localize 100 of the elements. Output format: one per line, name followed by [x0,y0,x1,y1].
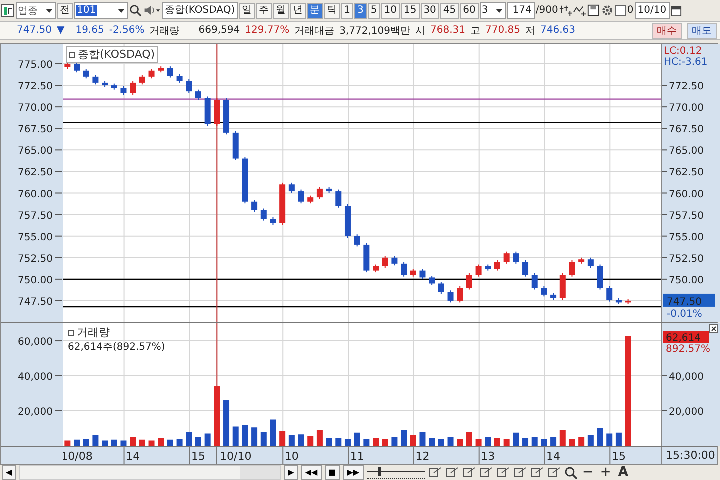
playback-button[interactable]: ▶ [284,465,298,480]
interval-tab[interactable]: 5 [368,2,380,18]
order-button[interactable]: 매도 [687,22,717,38]
volume-bar [148,440,155,446]
tool-icon[interactable] [478,466,492,480]
candle [280,182,286,226]
interval-tab[interactable]: 30 [420,2,440,18]
volume-bar [606,434,613,446]
volume-bar [158,438,164,446]
interval-dropdown[interactable]: 3 [480,2,506,19]
calendar-icon[interactable] [670,4,682,16]
axis-label: 750.00 [18,275,62,286]
code-field[interactable]: 101 [74,2,128,19]
lc-label: LC:0.12 [664,46,702,57]
axis-label: 760.00 [18,189,62,200]
period-tab[interactable]: 년 [290,2,306,18]
volume-bar [354,432,360,446]
volume-bar [139,440,146,446]
axis-label: 40,000 [18,372,62,384]
axis-label: 20,000 [662,407,704,418]
count-field[interactable]: 174 [506,2,535,19]
tool-icon[interactable] [428,466,442,480]
candle [560,272,566,301]
date-field[interactable]: 10/10 [634,2,670,19]
volume-bar [288,436,295,446]
interval-tab[interactable]: 60 [460,2,479,18]
interval-tab[interactable]: 15 [400,2,420,18]
current-price: 747.50 [17,25,52,36]
y-tick-label: 772.50 [18,82,53,93]
volume-bar [74,440,80,446]
order-button[interactable]: 매수 [652,22,682,38]
volume-bar [550,437,557,446]
search-icon[interactable] [564,466,578,480]
candle [354,234,360,248]
tool-icon[interactable] [530,466,544,480]
font-button[interactable]: A [616,465,630,480]
interval-tab[interactable]: 45 [440,2,460,18]
time-label: 12 [416,450,430,463]
interval-tab[interactable]: 10 [381,2,400,18]
y-tick-label: 60,000 [18,337,53,348]
speaker-icon[interactable] [143,4,161,17]
candle [625,298,632,305]
axis-label: 752.50 [662,254,704,265]
prev-button[interactable]: 전 [57,2,73,18]
hc-label: HC:-3.61 [664,57,708,68]
candle [541,286,548,298]
playback-button[interactable]: ■ [324,465,340,480]
name-field[interactable]: 종합(KOSDAQ) [162,2,238,19]
period-tab[interactable]: 일 [239,2,256,18]
candle [186,79,192,94]
scrollbar[interactable] [19,465,282,480]
y-tick-label: 760.00 [18,189,53,200]
y-tick-label: 767.50 [18,124,53,136]
caret-icon [494,6,504,15]
interval-tab[interactable]: 1 [341,2,354,18]
crosshair-plus-icon[interactable] [559,4,572,17]
axis-label: 770.00 [18,103,62,114]
scroll-left-button[interactable]: ◀ [2,465,16,480]
volume-bar [326,438,332,446]
time-label: 14 [546,450,561,463]
playback-button[interactable]: ◀◀ [301,465,322,480]
tool-icon[interactable] [462,466,476,480]
y-tick-label: 765.00 [18,146,53,158]
y-tick-label: 757.50 [18,210,53,222]
volume-bar [457,439,464,446]
interval-tab[interactable]: 3 [354,2,367,18]
tool-icon[interactable] [512,466,526,480]
period-tab[interactable]: 주 [256,2,272,18]
candle [457,286,464,304]
zoom-out-button[interactable]: − [580,465,596,480]
volume-bar [224,400,230,446]
tool-icon[interactable] [546,466,560,480]
tool-icon[interactable] [496,466,510,480]
volume-bar [280,431,286,446]
period-tab[interactable]: 틱 [324,2,340,18]
volume-bar [476,439,482,446]
volume-tag: 62,614 [663,331,709,344]
close-icon[interactable] [710,324,718,334]
zoom-in-button[interactable]: + [598,465,614,480]
axis-label: 40,000 [662,372,704,384]
axis-label: 765.00 [662,146,704,158]
period-tab[interactable]: 월 [273,2,290,18]
change-rate: -2.56% [109,25,145,36]
playback-button[interactable]: ▶▶ [343,465,364,480]
line-plus-icon[interactable] [573,4,586,17]
price-legend: 종합(KOSDAQ) [66,46,158,63]
settings-icon[interactable] [601,4,614,17]
volume-bar [541,439,548,446]
checkbox[interactable] [615,5,626,16]
volume-bar [373,438,380,446]
candle [466,272,472,290]
search-icon[interactable] [129,4,142,17]
market-dropdown[interactable]: 업종 [16,2,56,19]
zoom-slider[interactable] [366,466,424,478]
save-icon[interactable] [587,4,600,17]
candle [148,68,155,80]
period-tab[interactable]: 분 [307,2,324,18]
trade-value: 3,772,109백만 [340,24,410,38]
chart-window-icon[interactable] [1,4,15,18]
tool-icon[interactable] [444,466,458,480]
